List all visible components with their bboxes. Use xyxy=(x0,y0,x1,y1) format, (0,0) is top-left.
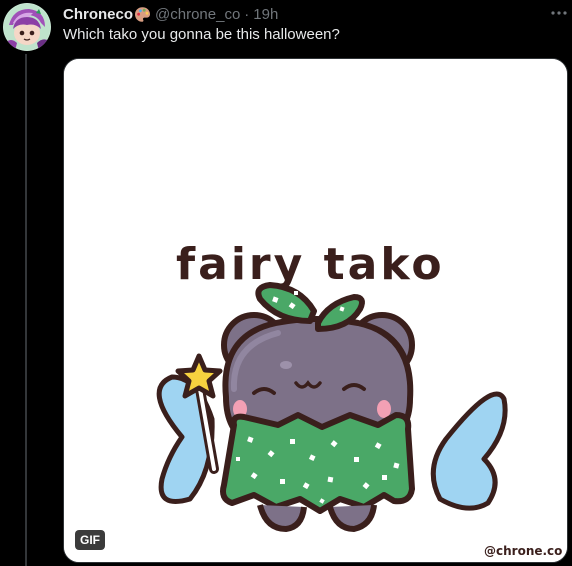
gif-badge: GIF xyxy=(75,530,105,550)
user-handle[interactable]: @chrone_co xyxy=(155,6,240,23)
thread-line xyxy=(25,54,27,566)
tako-cloak xyxy=(220,412,415,514)
tweet: Chroneco @chrone_co · 19h Which tako you… xyxy=(0,0,572,566)
more-horizontal-icon[interactable] xyxy=(549,6,569,20)
media-gif[interactable]: fairy tako @chrone.co GIF xyxy=(63,58,568,563)
separator-dot: · xyxy=(244,5,250,23)
avatar-image xyxy=(3,3,51,51)
timestamp[interactable]: 19h xyxy=(253,6,278,23)
artwork-watermark: @chrone.co xyxy=(484,544,562,558)
artwork-title: fairy tako xyxy=(176,239,445,290)
avatar[interactable] xyxy=(3,3,51,51)
display-name[interactable]: Chroneco xyxy=(63,6,133,23)
tweet-text: Which tako you gonna be this halloween? xyxy=(63,26,340,43)
tweet-header: Chroneco @chrone_co · 19h xyxy=(63,4,278,24)
artist-palette-emoji xyxy=(134,6,151,23)
fairy-tako-artwork: fairy tako @chrone.co xyxy=(64,59,567,562)
